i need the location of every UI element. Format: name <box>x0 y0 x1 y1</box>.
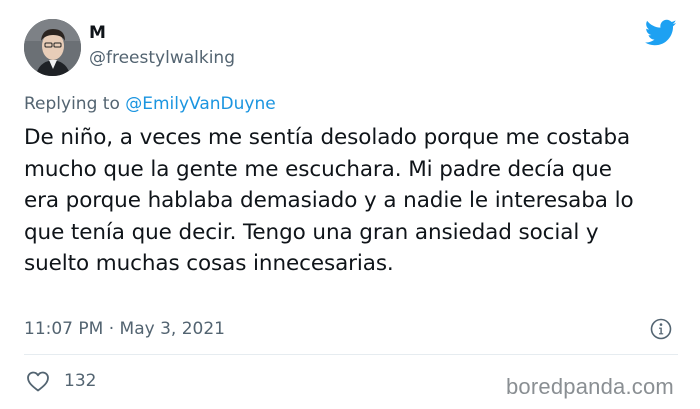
avatar-photo <box>24 19 81 76</box>
watermark: boredpanda.com <box>506 374 674 399</box>
replying-prefix: Replying to <box>24 94 120 114</box>
tweet-text-line: suelto muchas cosas innecesarias. <box>24 251 394 276</box>
tweet-text-line: que tenía que decir. Tengo una gran ansi… <box>24 219 599 245</box>
twitter-bird-icon[interactable] <box>645 19 677 47</box>
heart-icon[interactable] <box>26 370 50 392</box>
user-handle[interactable]: @freestylwalking <box>89 47 235 69</box>
display-name[interactable]: M <box>89 23 106 43</box>
replying-to-mention[interactable]: @EmilyVanDuyne <box>125 94 275 114</box>
avatar[interactable] <box>24 19 81 76</box>
replying-to-line: Replying to @EmilyVanDuyne <box>24 93 276 115</box>
tweet-text-line: mucho que la gente me escuchara. Mi padr… <box>24 156 612 182</box>
tweet-text: De niño, a veces me sentía desolado porq… <box>24 122 684 280</box>
tweet-timestamp[interactable]: 11:07 PM · May 3, 2021 <box>24 318 225 340</box>
info-icon[interactable] <box>650 318 672 340</box>
like-count: 132 <box>64 371 97 391</box>
divider <box>24 354 678 355</box>
tweet-text-line: De niño, a veces me sentía desolado porq… <box>24 125 631 150</box>
tweet-text-line: era porque hablaba demasiado y a nadie l… <box>24 188 634 213</box>
